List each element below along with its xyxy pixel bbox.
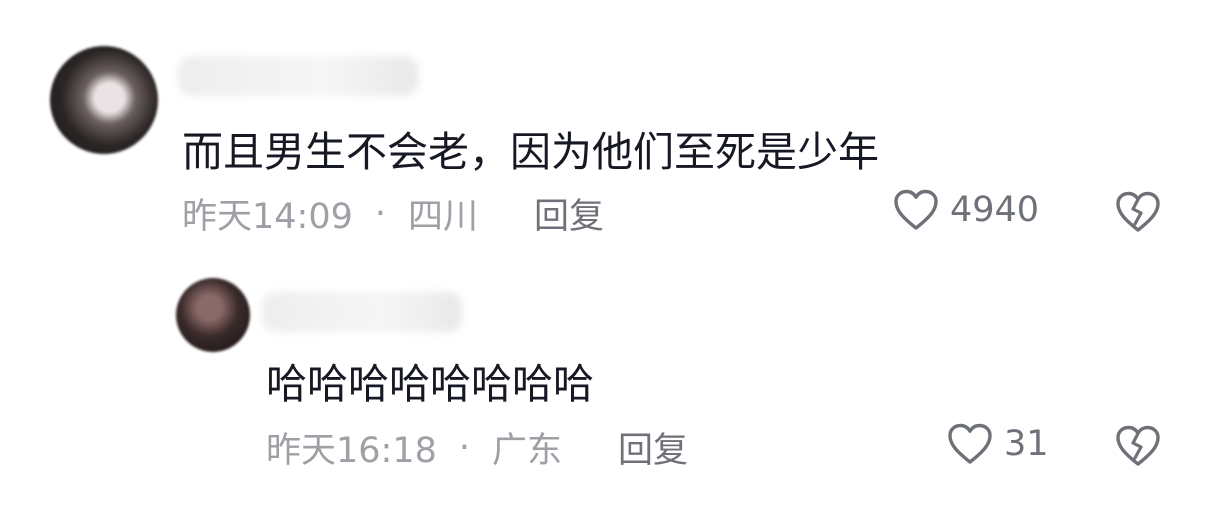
comment-text: 哈哈哈哈哈哈哈哈 [266,360,594,408]
username-blurred[interactable] [178,56,418,96]
like-count: 31 [1004,424,1049,464]
separator-dot: · [458,427,471,468]
comment-time: 昨天14:09 [182,197,353,237]
like-button[interactable]: 4940 [892,188,1039,232]
separator-dot: · [374,193,387,234]
dislike-button[interactable] [1114,424,1162,472]
avatar[interactable] [50,46,158,154]
comment-location: 广东 [492,431,563,471]
reply-item: 哈哈哈哈哈哈哈哈 昨天16:18 · 广东 回复 31 [0,260,1220,506]
comment-location: 四川 [408,197,479,237]
comment-item: 而且男生不会老，因为他们至死是少年 昨天14:09 · 四川 回复 4940 [0,0,1220,260]
comment-text: 而且男生不会老，因为他们至死是少年 [182,128,879,176]
like-button[interactable]: 31 [946,422,1049,466]
heart-outline-icon [894,189,938,230]
comment-meta: 昨天16:18 · 广东 回复 [266,422,688,473]
comment-time: 昨天16:18 [266,431,437,471]
avatar[interactable] [176,278,250,352]
reply-button[interactable]: 回复 [534,188,604,239]
broken-heart-icon [1116,425,1160,466]
username-blurred[interactable] [262,292,462,332]
reply-button[interactable]: 回复 [618,422,688,473]
broken-heart-icon [1116,191,1160,232]
heart-outline-icon [948,423,992,464]
comment-meta: 昨天14:09 · 四川 回复 [182,188,604,239]
like-count: 4940 [950,190,1040,230]
dislike-button[interactable] [1114,190,1162,238]
